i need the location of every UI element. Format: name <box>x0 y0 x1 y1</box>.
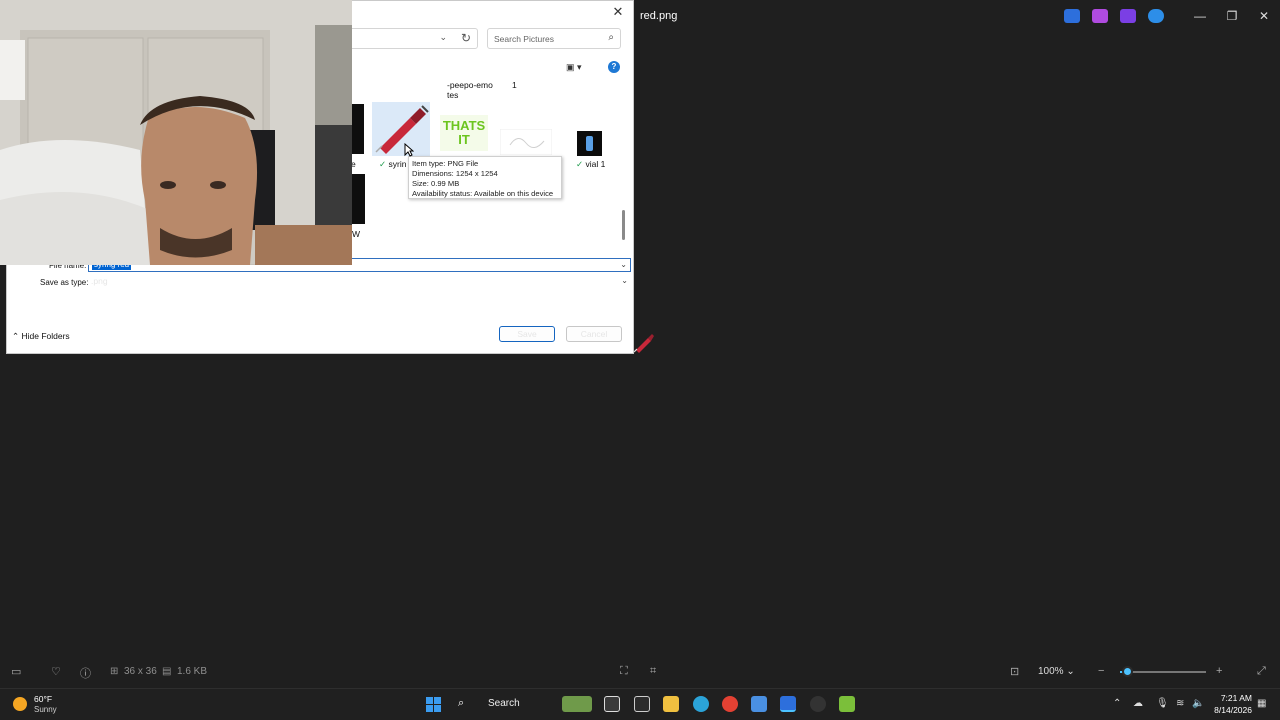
blank-thumbnail[interactable] <box>500 129 552 155</box>
file-label[interactable]: -peepo-emo tes <box>447 80 493 100</box>
savetype-label: Save as type: <box>40 278 89 287</box>
savetype-select[interactable]: .png ⌄ <box>88 275 631 289</box>
notification-icon[interactable]: ▦ <box>1257 698 1266 709</box>
wifi-icon[interactable]: ≋ <box>1176 698 1184 709</box>
file-explorer-icon[interactable] <box>663 696 679 712</box>
windows-start-icon[interactable] <box>426 697 441 712</box>
savetype-value: .png <box>91 276 108 286</box>
search-icon: ⌕ <box>608 32 614 43</box>
sync-status-icon: ✓ <box>576 159 584 169</box>
zoom-out-icon[interactable]: − <box>1098 665 1104 677</box>
chevron-up-icon: ⌃ <box>12 331 20 341</box>
taskbar-search[interactable]: ⌕ Search <box>452 694 564 714</box>
file-label[interactable]: 1 <box>512 80 517 90</box>
address-bar[interactable]: ⌄ ↻ <box>348 28 478 49</box>
search-icon: ⌕ <box>458 697 465 709</box>
zoom-level[interactable]: 100% ⌄ <box>1038 666 1075 677</box>
syringe-thumbnail[interactable] <box>372 102 430 156</box>
zoom-in-icon[interactable]: + <box>1216 665 1222 677</box>
edit-icon[interactable] <box>1064 9 1080 23</box>
onedrive-tray-icon[interactable]: ☁ <box>1133 698 1143 709</box>
search-highlight-icon[interactable] <box>562 696 592 712</box>
zoom-slider-thumb[interactable] <box>1122 666 1133 677</box>
info-icon[interactable]: ⓘ <box>80 665 91 681</box>
onedrive-icon[interactable] <box>1148 9 1164 23</box>
obs-icon[interactable] <box>810 696 826 712</box>
save-button[interactable]: Save <box>499 326 555 342</box>
file-label[interactable]: ✓ vial 1 <box>576 159 605 169</box>
file-label[interactable]: ✓ syrin <box>379 159 406 169</box>
notepad-app-icon[interactable] <box>751 696 767 712</box>
window-controls: — ❐ ✕ <box>1184 6 1280 26</box>
zoom-slider[interactable] <box>1128 671 1206 673</box>
ocr-icon[interactable]: ⌗ <box>650 665 656 678</box>
webcam-overlay-image <box>0 0 352 265</box>
fullscreen-icon[interactable]: ⤢ <box>1257 665 1266 678</box>
view-options-button[interactable]: ▣ ▾ <box>566 62 582 73</box>
task-view-icon[interactable] <box>604 696 620 712</box>
volume-icon[interactable]: 🔈 <box>1192 698 1204 709</box>
close-button[interactable]: ✕ <box>1248 6 1280 26</box>
microphone-icon[interactable]: 🎙 <box>1156 698 1169 709</box>
cancel-button[interactable]: Cancel <box>566 326 622 342</box>
mouse-cursor-icon <box>404 143 414 157</box>
filmstrip-icon[interactable]: ▭ <box>11 665 21 678</box>
search-input[interactable]: Search Pictures ⌕ <box>487 28 621 49</box>
file-label[interactable]: W <box>352 229 360 239</box>
chevron-down-icon[interactable]: ⌄ <box>439 32 447 43</box>
refresh-icon[interactable]: ↻ <box>461 31 471 45</box>
chevron-down-icon: ⌄ <box>621 276 628 285</box>
file-thumbnail[interactable] <box>352 174 365 224</box>
weather-sun-icon[interactable] <box>13 697 27 711</box>
edge-icon[interactable] <box>693 696 709 712</box>
titlebar-app-icons <box>1064 9 1164 23</box>
scrollbar-thumb[interactable] <box>622 210 625 240</box>
clock-time[interactable]: 7:21 AM <box>1216 693 1252 703</box>
image-file-size: 1.6 KB <box>177 666 208 677</box>
photos-icon[interactable] <box>780 696 796 712</box>
fit-window-icon[interactable]: ⊡ <box>1010 665 1019 678</box>
viewer-title: red.png <box>640 10 678 22</box>
minimize-button[interactable]: — <box>1184 6 1216 26</box>
weather-condition[interactable]: Sunny <box>34 705 57 714</box>
clock-date[interactable]: 8/14/2026 <box>1208 705 1252 715</box>
vial-thumbnail[interactable] <box>577 131 602 156</box>
chevron-down-icon[interactable]: ⌄ <box>620 260 627 269</box>
thats-it-thumbnail[interactable]: THATS IT <box>440 115 488 151</box>
clipchamp-icon[interactable] <box>1120 9 1136 23</box>
syringe-sticker-image <box>633 334 654 353</box>
copilot-icon[interactable] <box>1092 9 1108 23</box>
sync-status-icon: ✓ <box>379 159 387 169</box>
file-size-icon: ▤ <box>162 666 172 677</box>
help-icon[interactable]: ? <box>608 61 620 73</box>
file-thumbnail[interactable] <box>352 104 364 154</box>
favorite-icon[interactable]: ♡ <box>51 665 61 678</box>
dialog-close-button[interactable]: ✕ <box>607 3 629 21</box>
notepad-icon[interactable] <box>634 696 650 712</box>
weather-temperature[interactable]: 60°F <box>34 694 52 704</box>
file-tooltip: Item type: PNG File Dimensions: 1254 x 1… <box>408 156 562 199</box>
chrome-icon[interactable] <box>722 696 738 712</box>
search-placeholder: Search Pictures <box>494 34 554 44</box>
crop-icon[interactable]: ⛶ <box>620 665 628 678</box>
chevron-up-icon[interactable]: ⌃ <box>1113 698 1121 709</box>
dimensions-icon: ⊞ <box>110 666 119 677</box>
image-dimensions: 36 x 36 <box>124 666 157 677</box>
app-icon[interactable] <box>839 696 855 712</box>
hide-folders-button[interactable]: ⌃ Hide Folders <box>12 331 70 342</box>
maximize-button[interactable]: ❐ <box>1216 6 1248 26</box>
